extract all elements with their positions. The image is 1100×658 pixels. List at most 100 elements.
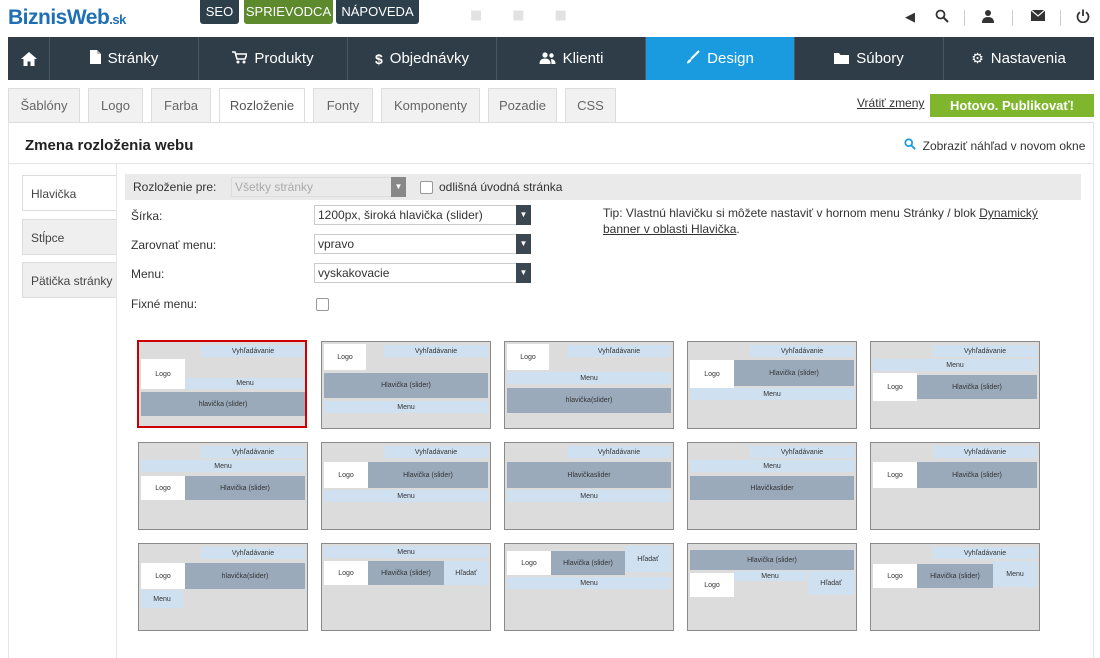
thumb-menu-block: Menu xyxy=(185,378,305,389)
brand-logo[interactable]: BiznisWeb.sk xyxy=(8,6,126,30)
layout-thumb-9[interactable]: Vyhľadávanie Menu Hlavičkaslider xyxy=(687,442,857,530)
sidenav-paticka[interactable]: Pätička stránky xyxy=(22,262,117,298)
layout-thumb-5[interactable]: Vyhľadávanie Menu Logo Hlavička (slider) xyxy=(870,341,1040,429)
napoveda-link[interactable]: NÁPOVEDA xyxy=(336,0,419,24)
file-icon xyxy=(89,50,101,67)
nav-label: Klienti xyxy=(562,50,604,67)
thumb-search-block: Vyhľadávanie xyxy=(933,547,1037,559)
layout-thumb-1[interactable]: Vyhľadávanie Logo Menu hlavička (slider) xyxy=(137,340,307,428)
thumb-search-block: Vyhľadávanie xyxy=(201,547,305,559)
seo-link[interactable]: SEO xyxy=(200,0,239,24)
preview-link[interactable]: Zobraziť náhľad v novom okne xyxy=(904,138,1085,153)
thumb-header-block: Hlavička (slider) xyxy=(917,564,993,588)
align-menu-value: vpravo xyxy=(318,237,355,251)
nav-home[interactable] xyxy=(8,37,50,80)
revert-link[interactable]: Vrátiť zmeny xyxy=(857,96,924,110)
mail-icon[interactable] xyxy=(1029,9,1047,27)
chevron-down-icon: ▼ xyxy=(516,234,531,254)
nav-objednavky[interactable]: $ Objednávky xyxy=(348,37,497,80)
thumb-logo-block: Logo xyxy=(141,359,185,389)
thumb-menu-block: Menu xyxy=(324,546,488,558)
nav-design[interactable]: Design xyxy=(646,37,795,80)
nav-label: Objednávky xyxy=(389,50,469,67)
nav-stranky[interactable]: Stránky xyxy=(50,37,199,80)
thumb-search-block: Vyhľadávanie xyxy=(384,345,488,357)
thumb-logo-block: Logo xyxy=(141,476,185,500)
search-icon[interactable] xyxy=(933,9,951,27)
menu-value: vyskakovacie xyxy=(318,266,390,280)
brand-name: BiznisWeb xyxy=(8,6,110,29)
nav-label: Nastavenia xyxy=(990,50,1066,67)
tab-farba[interactable]: Farba xyxy=(151,88,211,122)
width-value: 1200px, široká hlavička (slider) xyxy=(318,208,483,222)
thumb-header-block: hlavička(slider) xyxy=(185,563,305,589)
menu-label: Menu: xyxy=(131,267,165,281)
layout-thumb-4[interactable]: Vyhľadávanie Logo Hlavička (slider) Menu xyxy=(687,341,857,429)
nav-label: Súbory xyxy=(856,50,904,67)
layout-thumb-2[interactable]: Logo Vyhľadávanie Hlavička (slider) Menu xyxy=(321,341,491,429)
thumb-menu-block: Menu xyxy=(690,388,854,400)
thumb-menu-block: Menu xyxy=(141,590,183,608)
layout-thumb-14[interactable]: Hlavička (slider) Logo Menu Hľadať xyxy=(687,543,857,631)
nav-nastavenia[interactable]: ⚙ Nastavenia xyxy=(944,37,1093,80)
thumb-header-block: hlavička(slider) xyxy=(507,388,671,413)
tip-body: Tip: Vlastnú hlavičku si môžete nastaviť… xyxy=(603,206,980,220)
layout-thumb-8[interactable]: Vyhľadávanie Hlavičkaslider Menu xyxy=(504,442,674,530)
layout-thumb-12[interactable]: Menu Logo Hlavička (slider) Hľadať xyxy=(321,543,491,631)
sprievodca-link[interactable]: SPRIEVODCA xyxy=(244,0,333,24)
collapse-icon[interactable]: ◀ xyxy=(901,9,919,27)
thumb-header-block: Hlavička (slider) xyxy=(368,462,488,488)
sidenav-hlavicka[interactable]: Hlavička xyxy=(22,175,117,211)
folder-icon xyxy=(834,51,850,67)
publish-button[interactable]: Hotovo. Publikovať! xyxy=(930,94,1094,117)
tab-css[interactable]: CSS xyxy=(565,88,616,122)
sidenav-stlpce[interactable]: Stĺpce xyxy=(22,219,117,255)
thumb-menu-block: Menu xyxy=(734,571,806,581)
top-separator xyxy=(1060,10,1061,26)
layout-thumb-3[interactable]: Logo Vyhľadávanie Menu hlavička(slider) xyxy=(504,341,674,429)
different-home-checkbox[interactable] xyxy=(420,181,433,194)
thumb-search-block: Vyhľadávanie xyxy=(201,345,305,357)
nav-produkty[interactable]: Produkty xyxy=(199,37,348,80)
width-label: Šírka: xyxy=(131,209,163,223)
thumb-header-block: Hlavička (slider) xyxy=(551,551,625,575)
chevron-down-icon: ▼ xyxy=(516,205,531,225)
align-menu-select[interactable]: vpravo ▼ xyxy=(314,234,531,254)
brand-suffix: .sk xyxy=(109,12,126,27)
thumb-header-block: Hlavička (slider) xyxy=(917,375,1037,399)
chevron-down-icon: ▼ xyxy=(516,263,531,283)
user-icon[interactable] xyxy=(979,9,997,27)
thumb-logo-block: Logo xyxy=(873,564,917,588)
fixed-menu-label: Fixné menu: xyxy=(131,297,198,311)
thumb-menu-block: Menu xyxy=(993,561,1037,587)
nav-klienti[interactable]: Klienti xyxy=(497,37,646,80)
tab-komponenty[interactable]: Komponenty xyxy=(381,88,480,122)
tab-rozlozenie[interactable]: Rozloženie xyxy=(219,88,305,123)
tab-logo[interactable]: Logo xyxy=(88,88,143,122)
thumb-logo-block: Logo xyxy=(873,462,917,488)
layout-for-label: Rozloženie pre: xyxy=(133,180,217,194)
thumb-menu-block: Menu xyxy=(873,359,1037,371)
layout-thumb-15[interactable]: Vyhľadávanie Logo Hlavička (slider) Menu xyxy=(870,543,1040,631)
layout-thumb-10[interactable]: Vyhľadávanie Logo Hlavička (slider) xyxy=(870,442,1040,530)
width-select[interactable]: 1200px, široká hlavička (slider) ▼ xyxy=(314,205,531,225)
thumb-logo-block: Logo xyxy=(324,462,368,488)
layout-thumb-11[interactable]: Vyhľadávanie Logo hlavička(slider) Menu xyxy=(138,543,308,631)
thumb-header-block: Hlavička (slider) xyxy=(917,462,1037,488)
thumb-logo-block: Logo xyxy=(141,563,185,589)
fixed-menu-checkbox[interactable] xyxy=(316,298,329,311)
tab-pozadie[interactable]: Pozadie xyxy=(488,88,557,122)
layout-thumb-6[interactable]: Vyhľadávanie Menu Logo Hlavička (slider) xyxy=(138,442,308,530)
tab-sablony[interactable]: Šablóny xyxy=(8,88,80,122)
power-icon[interactable] xyxy=(1074,9,1092,27)
page-title: Zmena rozloženia webu xyxy=(25,137,194,154)
thumb-search-block: Vyhľadávanie xyxy=(933,446,1037,458)
preview-label: Zobraziť náhľad v novom okne xyxy=(922,139,1086,153)
dollar-icon: $ xyxy=(374,50,383,67)
layout-thumb-13[interactable]: Logo Hlavička (slider) Hľadať Menu xyxy=(504,543,674,631)
layout-thumb-7[interactable]: Vyhľadávanie Logo Hlavička (slider) Menu xyxy=(321,442,491,530)
menu-select[interactable]: vyskakovacie ▼ xyxy=(314,263,531,283)
tab-fonty[interactable]: Fonty xyxy=(313,88,373,122)
search-icon xyxy=(904,138,920,153)
nav-subory[interactable]: Súbory xyxy=(795,37,944,80)
